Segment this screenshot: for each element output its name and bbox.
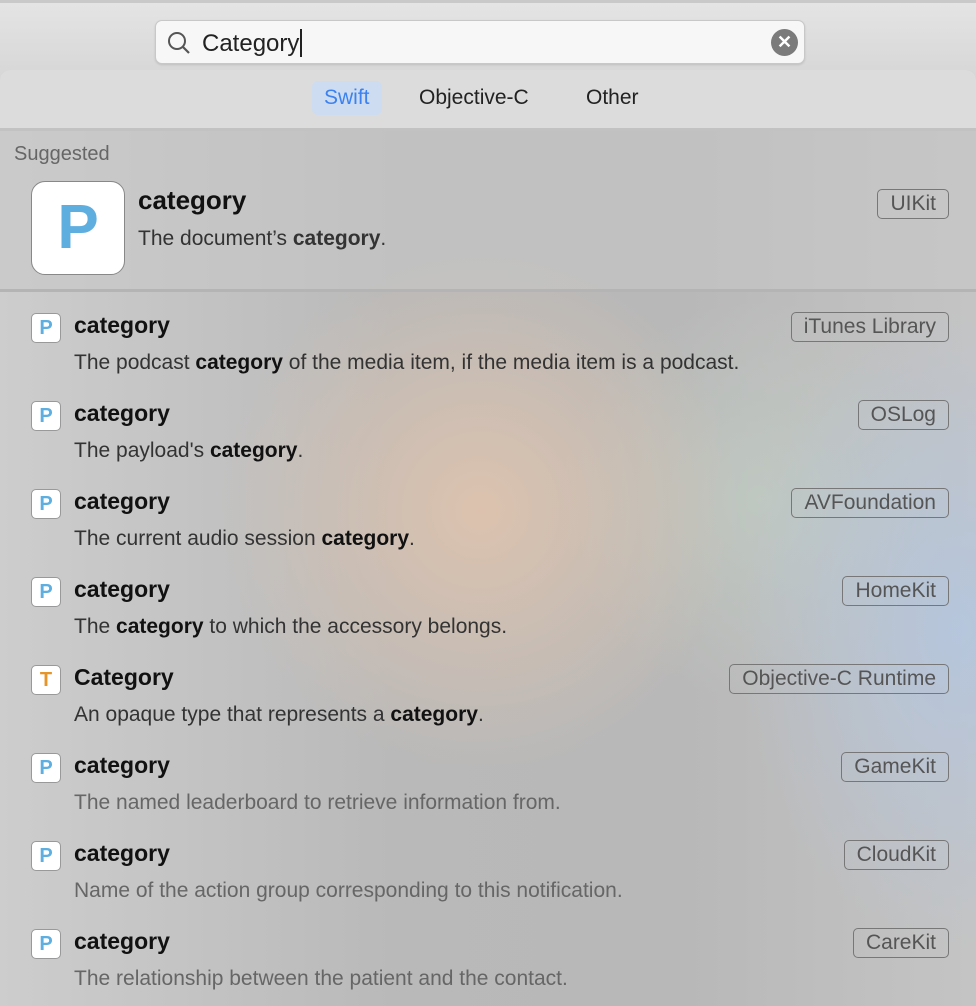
clear-x-icon[interactable]: ✕ [771,29,798,56]
desc-text: The payload's [74,439,210,462]
tab-other[interactable]: Other [574,81,651,115]
result-description: Name of the action group corresponding t… [74,879,623,903]
desc-text: . [297,439,304,462]
magnifier-icon [168,32,190,54]
desc-highlight: category [209,439,298,462]
desc-text: Name of the action group corresponding t… [74,879,623,902]
desc-text: The [74,615,117,638]
desc-text: An opaque type that represents a [74,703,391,726]
desc-highlight: category [116,615,204,638]
result-title: Category [74,664,174,690]
property-icon: P [31,401,61,431]
property-icon: P [31,841,61,871]
desc-highlight: category [321,527,410,550]
result-title: category [74,752,170,778]
property-icon: P [31,577,61,607]
property-icon: P [31,181,125,275]
property-icon: P [31,489,61,519]
framework-badge: HomeKit [842,576,949,606]
tab-swift[interactable]: Swift [312,81,382,115]
suggested-result[interactable]: Suggested P category The document’s cate… [0,131,976,292]
result-description: The named leaderboard to retrieve inform… [74,791,561,815]
search-input[interactable]: Category [202,29,303,58]
result-description: The current audio session category. [74,527,415,551]
framework-badge: AVFoundation [791,488,949,518]
result-description: The relationship between the patient and… [74,967,568,991]
property-icon: P [31,929,61,959]
result-description: The category to which the accessory belo… [74,615,507,639]
result-title: category [74,312,170,338]
result-description: The document’s category. [138,227,386,251]
desc-highlight: category [292,227,381,250]
desc-text: The podcast [74,351,196,374]
result-title: category [74,840,170,866]
result-row[interactable]: P category AVFoundation The current audi… [0,486,976,574]
result-description: An opaque type that represents a categor… [74,703,484,727]
result-title: category [74,488,170,514]
suggested-label: Suggested [14,143,110,165]
language-tabs: Swift Objective-C Other [0,70,976,131]
framework-badge: UIKit [877,189,949,219]
result-row[interactable]: T Category Objective-C Runtime An opaque… [0,662,976,750]
result-title: category [138,185,247,215]
desc-text: The named leaderboard to retrieve inform… [74,791,561,814]
result-title: category [74,928,170,954]
framework-badge: CloudKit [843,840,949,870]
result-row[interactable]: P category iTunes Library The podcast ca… [0,310,976,398]
result-row[interactable]: P category CareKit The relationship betw… [0,926,976,1006]
text-caret [300,29,303,57]
desc-highlight: category [195,351,283,374]
desc-text: . [409,527,415,550]
result-title: category [74,576,170,602]
result-row[interactable]: P category OSLog The payload's category. [0,398,976,486]
desc-text: The relationship between the patient and… [74,967,568,990]
result-description: The podcast category of the media item, … [74,351,739,375]
framework-badge: Objective-C Runtime [729,664,949,694]
desc-highlight: category [390,703,478,726]
result-row[interactable]: P category CloudKit Name of the action g… [0,838,976,926]
results-panel: Swift Objective-C Other Suggested P cate… [0,70,976,1006]
framework-badge: OSLog [857,400,949,430]
desc-text: to which the accessory belongs. [203,615,508,638]
search-field[interactable]: Category ✕ [155,20,805,64]
search-value: Category [202,30,300,57]
desc-text: The current audio session [74,527,322,550]
desc-text: . [380,227,387,250]
result-row[interactable]: P category HomeKit The category to which… [0,574,976,662]
framework-badge: iTunes Library [790,312,949,342]
desc-text: . [477,703,484,726]
result-title: category [74,400,170,426]
property-icon: P [31,313,61,343]
desc-text: of the media item, if the media item is … [282,351,740,374]
property-icon: P [31,753,61,783]
result-row[interactable]: P category GameKit The named leaderboard… [0,750,976,838]
result-description: The payload's category. [74,439,303,463]
tab-objective-c[interactable]: Objective-C [407,81,541,115]
desc-text: The document’s [138,227,293,250]
type-icon: T [31,665,61,695]
framework-badge: CareKit [852,928,949,958]
framework-badge: GameKit [841,752,949,782]
